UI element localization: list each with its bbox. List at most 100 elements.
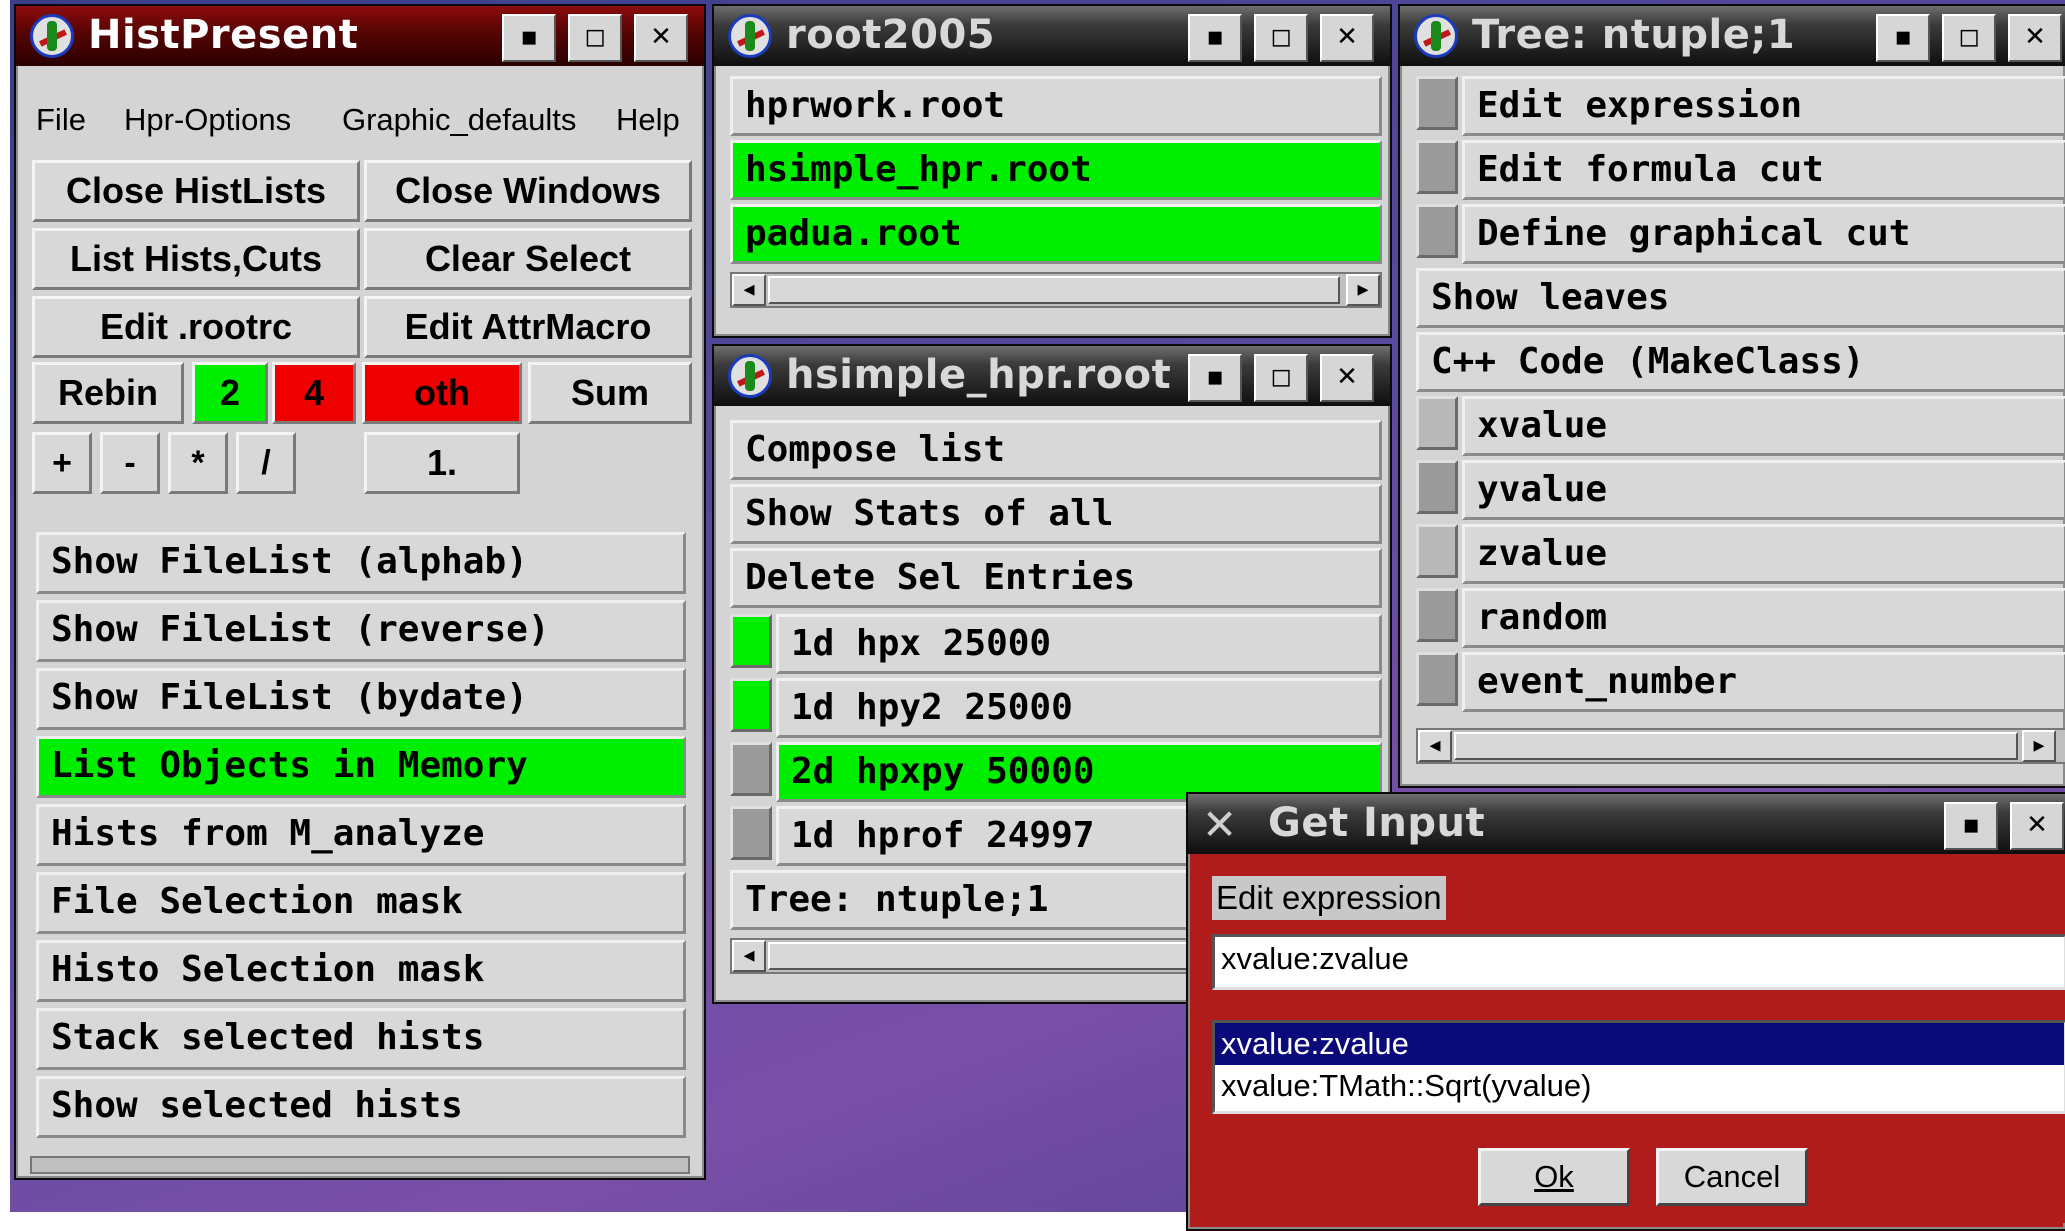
op-times-button[interactable]: * xyxy=(168,432,228,494)
select-checkbox[interactable] xyxy=(730,742,772,796)
delete-sel-entries-button[interactable]: Delete Sel Entries xyxy=(730,548,1382,608)
show-filelist-alphab-button[interactable]: Show FileList (alphab) xyxy=(36,532,686,594)
root2005-scrollbar[interactable]: ◂ ▸ xyxy=(730,272,1382,308)
ok-button[interactable]: Ok xyxy=(1478,1148,1630,1206)
factor-field[interactable]: 1. xyxy=(364,432,520,494)
list-item[interactable]: xvalue:TMath::Sqrt(yvalue) xyxy=(1215,1065,2064,1107)
get-input-titlebar[interactable]: ✕ Get Input ▪ ✕ xyxy=(1188,794,2065,854)
root2005-window: root2005 ▪ ◻ ✕ hprwork.root hsimple_hpr.… xyxy=(712,4,1392,338)
close-histlists-button[interactable]: Close HistLists xyxy=(32,160,360,222)
hsimple-titlebar[interactable]: hsimple_hpr.root ▪ ◻ ✕ xyxy=(714,346,1390,406)
hist-entry[interactable]: 1d hpx 25000 xyxy=(776,614,1382,674)
cancel-button[interactable]: Cancel xyxy=(1656,1148,1808,1206)
file-hsimple-hpr[interactable]: hsimple_hpr.root xyxy=(730,140,1382,200)
rebin-button[interactable]: Rebin xyxy=(32,362,184,424)
close-button[interactable]: ✕ xyxy=(1320,14,1374,62)
expression-input[interactable]: xvalue:zvalue xyxy=(1212,934,2065,990)
maximize-button[interactable]: ◻ xyxy=(1942,14,1996,62)
define-graphical-cut-button[interactable]: Define graphical cut xyxy=(1462,204,2065,264)
list-objects-in-memory-button[interactable]: List Objects in Memory xyxy=(36,736,686,798)
select-checkbox[interactable] xyxy=(1416,76,1458,130)
select-checkbox[interactable] xyxy=(1416,140,1458,194)
histo-selection-mask-button[interactable]: Histo Selection mask xyxy=(36,940,686,1002)
op-minus-button[interactable]: - xyxy=(100,432,160,494)
minimize-button[interactable]: ▪ xyxy=(1876,14,1930,62)
minimize-button[interactable]: ▪ xyxy=(1188,14,1242,62)
minimize-button[interactable]: ▪ xyxy=(1944,802,1998,850)
scroll-right-icon[interactable]: ▸ xyxy=(1346,274,1380,306)
select-checkbox[interactable] xyxy=(1416,652,1458,706)
stack-selected-hists-button[interactable]: Stack selected hists xyxy=(36,1008,686,1070)
list-hists-cuts-button[interactable]: List Hists,Cuts xyxy=(32,228,360,290)
root2005-titlebar[interactable]: root2005 ▪ ◻ ✕ xyxy=(714,6,1390,66)
maximize-button[interactable]: ◻ xyxy=(1254,14,1308,62)
cpp-code-makeclass-button[interactable]: C++ Code (MakeClass) xyxy=(1416,332,2065,392)
op-divide-button[interactable]: / xyxy=(236,432,296,494)
menu-hpr-options[interactable]: Hpr-Options xyxy=(124,102,291,138)
tree-scrollbar[interactable]: ◂ ▸ xyxy=(1416,728,2065,764)
select-checkbox[interactable] xyxy=(1416,524,1458,578)
select-checkbox[interactable] xyxy=(730,678,772,732)
maximize-button[interactable]: ◻ xyxy=(568,14,622,62)
close-windows-button[interactable]: Close Windows xyxy=(364,160,692,222)
select-checkbox[interactable] xyxy=(1416,204,1458,258)
tree-window: Tree: ntuple;1 ▪ ◻ ✕ Edit expression Edi… xyxy=(1398,4,2065,788)
show-filelist-bydate-button[interactable]: Show FileList (bydate) xyxy=(36,668,686,730)
show-selected-hists-button[interactable]: Show selected hists xyxy=(36,1076,686,1138)
file-selection-mask-button[interactable]: File Selection mask xyxy=(36,872,686,934)
leaf-random[interactable]: random xyxy=(1462,588,2065,648)
scroll-left-icon[interactable]: ◂ xyxy=(732,274,766,306)
op-plus-button[interactable]: + xyxy=(32,432,92,494)
window-title: hsimple_hpr.root xyxy=(786,352,1172,398)
edit-rootrc-button[interactable]: Edit .rootrc xyxy=(32,296,360,358)
scroll-right-icon[interactable]: ▸ xyxy=(2022,730,2056,762)
rebin-2-button[interactable]: 2 xyxy=(192,362,268,424)
menu-help[interactable]: Help xyxy=(616,102,680,138)
scroll-left-icon[interactable]: ◂ xyxy=(732,940,766,972)
histpresent-scrollbar[interactable] xyxy=(30,1156,690,1174)
hists-from-m-analyze-button[interactable]: Hists from M_analyze xyxy=(36,804,686,866)
show-stats-button[interactable]: Show Stats of all xyxy=(730,484,1382,544)
close-button[interactable]: ✕ xyxy=(634,14,688,62)
hist-entry[interactable]: 1d hpy2 25000 xyxy=(776,678,1382,738)
show-leaves-button[interactable]: Show leaves xyxy=(1416,268,2065,328)
leaf-xvalue[interactable]: xvalue xyxy=(1462,396,2065,456)
edit-formula-cut-button[interactable]: Edit formula cut xyxy=(1462,140,2065,200)
window-title: Tree: ntuple;1 xyxy=(1472,12,1796,58)
select-checkbox[interactable] xyxy=(730,806,772,860)
file-padua[interactable]: padua.root xyxy=(730,204,1382,264)
edit-expression-button[interactable]: Edit expression xyxy=(1462,76,2065,136)
select-checkbox[interactable] xyxy=(1416,588,1458,642)
compose-list-button[interactable]: Compose list xyxy=(730,420,1382,480)
file-hprwork[interactable]: hprwork.root xyxy=(730,76,1382,136)
window-title: root2005 xyxy=(786,12,996,58)
scroll-thumb[interactable] xyxy=(768,276,1340,304)
select-checkbox[interactable] xyxy=(1416,460,1458,514)
close-button[interactable]: ✕ xyxy=(2010,802,2064,850)
close-button[interactable]: ✕ xyxy=(1320,354,1374,402)
select-checkbox[interactable] xyxy=(730,614,772,668)
show-filelist-reverse-button[interactable]: Show FileList (reverse) xyxy=(36,600,686,662)
select-checkbox[interactable] xyxy=(1416,396,1458,450)
close-button[interactable]: ✕ xyxy=(2008,14,2062,62)
rebin-4-button[interactable]: 4 xyxy=(272,362,356,424)
histpresent-titlebar[interactable]: HistPresent ▪ ◻ ✕ xyxy=(16,6,704,66)
leaf-yvalue[interactable]: yvalue xyxy=(1462,460,2065,520)
clear-select-button[interactable]: Clear Select xyxy=(364,228,692,290)
menu-graphic-defaults[interactable]: Graphic_defaults xyxy=(342,102,576,138)
edit-attrmacro-button[interactable]: Edit AttrMacro xyxy=(364,296,692,358)
minimize-button[interactable]: ▪ xyxy=(1188,354,1242,402)
x-app-icon: ✕ xyxy=(1202,800,1238,849)
menu-file[interactable]: File xyxy=(36,102,86,138)
rebin-other-button[interactable]: oth xyxy=(362,362,522,424)
leaf-zvalue[interactable]: zvalue xyxy=(1462,524,2065,584)
scroll-thumb[interactable] xyxy=(1454,732,2018,760)
maximize-button[interactable]: ◻ xyxy=(1254,354,1308,402)
leaf-event-number[interactable]: event_number xyxy=(1462,652,2065,712)
tree-titlebar[interactable]: Tree: ntuple;1 ▪ ◻ ✕ xyxy=(1400,6,2065,66)
list-item[interactable]: xvalue:zvalue xyxy=(1215,1023,2064,1065)
sum-button[interactable]: Sum xyxy=(528,362,692,424)
minimize-button[interactable]: ▪ xyxy=(502,14,556,62)
expression-history-list[interactable]: xvalue:zvalue xvalue:TMath::Sqrt(yvalue) xyxy=(1212,1020,2065,1114)
scroll-left-icon[interactable]: ◂ xyxy=(1418,730,1452,762)
